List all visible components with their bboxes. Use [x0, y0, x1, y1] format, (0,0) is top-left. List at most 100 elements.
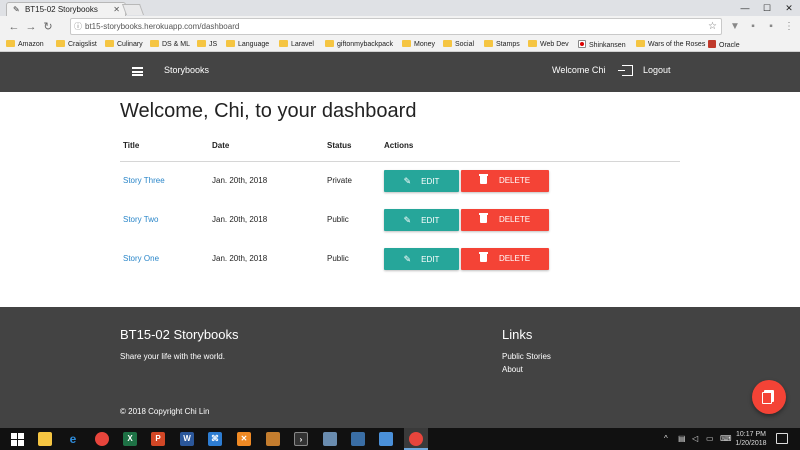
bookmark-item[interactable]: Amazon — [6, 40, 44, 50]
keyboard-icon[interactable]: ⌨ — [720, 432, 732, 446]
bookmark-label: Wars of the Roses — [648, 41, 706, 48]
chrome-icon[interactable] — [95, 432, 109, 446]
logout-link[interactable]: Logout — [643, 65, 671, 75]
bookmark-item[interactable]: Culinary — [105, 40, 143, 50]
trash-icon — [478, 213, 488, 223]
bookmark-item[interactable]: DS & ML — [150, 40, 190, 50]
maximize-icon[interactable]: ☐ — [757, 0, 777, 16]
bookmark-item[interactable]: Web Dev — [528, 40, 569, 50]
story-status: Public — [327, 254, 349, 263]
edge-icon[interactable]: e — [66, 432, 80, 446]
volume-icon[interactable]: ◁ — [692, 432, 698, 446]
bookmark-item[interactable]: Shinkansen — [578, 40, 626, 50]
back-icon[interactable]: ← — [6, 19, 22, 35]
folder-icon — [402, 40, 411, 47]
address-bar[interactable]: ⓘ bt15-storybooks.herokuapp.com/dashboar… — [70, 18, 722, 35]
terminal-icon[interactable]: › — [294, 432, 308, 446]
site-info-icon[interactable]: ⓘ — [74, 19, 82, 34]
menu-icon[interactable]: ⋮ — [782, 20, 796, 34]
bookmark-label: Language — [238, 41, 270, 48]
bookmark-item[interactable]: Language — [226, 40, 269, 50]
story-title-link[interactable]: Story One — [123, 254, 159, 263]
powerpoint-icon[interactable]: P — [151, 432, 165, 446]
bookmark-item[interactable]: JS — [197, 40, 217, 50]
chrome-icon[interactable] — [409, 432, 423, 446]
story-date: Jan. 20th, 2018 — [212, 176, 268, 185]
tab-close-icon[interactable]: ✕ — [113, 3, 120, 16]
bookmark-item[interactable]: giftonmybackpack — [325, 40, 393, 50]
story-title-link[interactable]: Story Two — [123, 215, 158, 224]
bookmark-item[interactable]: Craigslist — [56, 40, 97, 50]
story-title-link[interactable]: Story Three — [123, 176, 165, 185]
menu-hamburger-icon[interactable] — [132, 67, 143, 76]
story-status: Public — [327, 215, 349, 224]
app-icon[interactable] — [323, 432, 337, 446]
taskbar-clock[interactable]: 10:17 PM 1/20/2018 — [733, 430, 769, 448]
excel-icon[interactable]: X — [123, 432, 137, 446]
pencil-icon: ✎ — [403, 176, 412, 186]
browser-tab[interactable]: ✎ BT15-02 Storybooks ✕ — [6, 2, 126, 16]
edit-button[interactable]: ✎ EDIT — [384, 209, 459, 231]
bookmark-label: Oracle — [719, 42, 740, 49]
bookmark-item[interactable]: Wars of the Roses — [636, 40, 705, 50]
footer-link-about[interactable]: About — [502, 365, 523, 374]
story-date: Jan. 20th, 2018 — [212, 215, 268, 224]
bookmark-label: Laravel — [291, 41, 314, 48]
add-story-button[interactable] — [752, 380, 786, 414]
bookmark-star-icon[interactable]: ☆ — [708, 19, 717, 34]
page-favicon-icon: ✎ — [13, 5, 20, 14]
extension-icon[interactable]: ▼ — [728, 20, 742, 34]
column-header-date: Date — [212, 141, 230, 150]
edit-button[interactable]: ✎ EDIT — [384, 248, 459, 270]
clock-date: 1/20/2018 — [735, 440, 767, 447]
folder-icon — [443, 40, 452, 47]
bookmark-label: Stamps — [496, 41, 520, 48]
trash-icon — [478, 252, 488, 262]
extension-icon[interactable]: ▪ — [746, 20, 760, 34]
battery-icon[interactable]: ▭ — [706, 432, 714, 446]
table-header-divider — [120, 161, 680, 162]
bookmark-item[interactable]: Money — [402, 40, 435, 50]
forward-icon[interactable]: → — [23, 19, 39, 35]
delete-button[interactable]: DELETE — [461, 170, 549, 192]
xampp-icon[interactable]: ✕ — [237, 432, 251, 446]
reload-icon[interactable]: ↻ — [40, 19, 56, 35]
footer-tagline: Share your life with the world. — [120, 352, 225, 361]
app-icon[interactable] — [379, 432, 393, 446]
bookmark-item[interactable]: Oracle — [708, 40, 740, 50]
bookmark-item[interactable]: Stamps — [484, 40, 520, 50]
delete-button[interactable]: DELETE — [461, 209, 549, 231]
close-window-icon[interactable]: ✕ — [779, 0, 799, 16]
page-footer: BT15-02 Storybooks Share your life with … — [0, 307, 800, 428]
windows-taskbar: e X P W ⌘ ✕ › ^ ▤ ◁ ▭ ⌨ 10:17 PM 1/20/20… — [0, 428, 800, 450]
bookmark-label: Shinkansen — [589, 42, 626, 49]
bookmark-label: Amazon — [18, 41, 44, 48]
minimize-icon[interactable]: — — [735, 0, 755, 16]
table-row: Story One Jan. 20th, 2018 Public ✎ EDIT D… — [0, 248, 800, 270]
network-icon[interactable]: ▤ — [678, 432, 686, 446]
windows-start-icon[interactable] — [10, 432, 24, 446]
bookmark-item[interactable]: Laravel — [279, 40, 314, 50]
delete-button[interactable]: DELETE — [461, 248, 549, 270]
tray-arrow-icon[interactable]: ^ — [664, 432, 668, 446]
app-icon[interactable] — [351, 432, 365, 446]
briefcase-icon[interactable] — [266, 432, 280, 446]
bookmark-label: Social — [455, 41, 475, 48]
story-date: Jan. 20th, 2018 — [212, 254, 268, 263]
new-tab-button[interactable] — [121, 4, 145, 15]
notifications-icon[interactable] — [776, 433, 788, 444]
bookmark-item[interactable]: Social — [443, 40, 474, 50]
folder-icon — [6, 40, 15, 47]
brand-link[interactable]: Storybooks — [164, 65, 209, 75]
page-title: Welcome, Chi, to your dashboard — [120, 100, 417, 122]
extension-icon[interactable]: ▪ — [764, 20, 778, 34]
folder-icon — [279, 40, 288, 47]
footer-title: BT15-02 Storybooks — [120, 327, 239, 342]
edit-button[interactable]: ✎ EDIT — [384, 170, 459, 192]
logout-icon[interactable] — [618, 65, 633, 76]
footer-link-public-stories[interactable]: Public Stories — [502, 352, 551, 361]
story-status: Private — [327, 176, 352, 185]
vscode-icon[interactable]: ⌘ — [208, 432, 222, 446]
word-icon[interactable]: W — [180, 432, 194, 446]
file-explorer-icon[interactable] — [38, 432, 52, 446]
